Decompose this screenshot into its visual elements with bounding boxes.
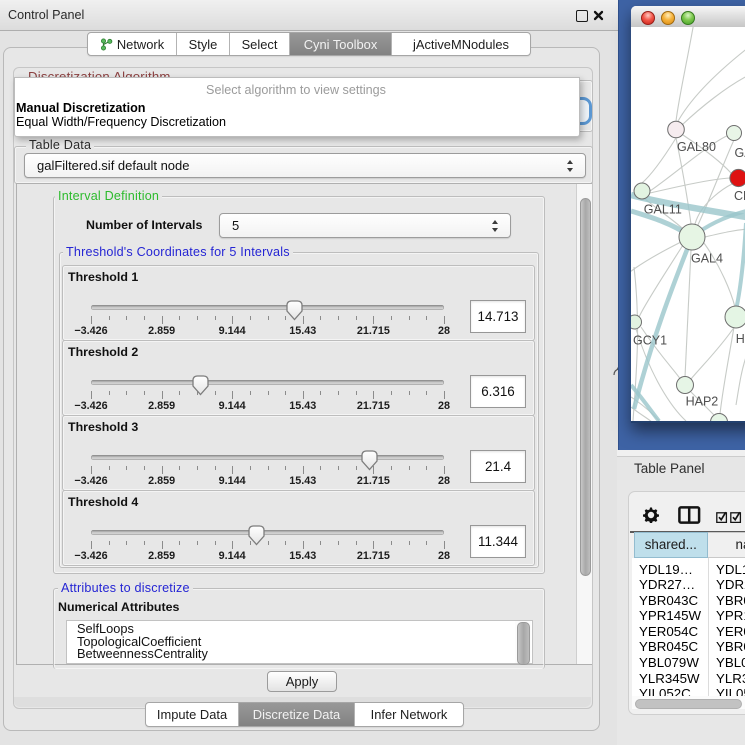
svg-text:GAL3: GAL3 — [734, 146, 745, 160]
svg-text:GCY1: GCY1 — [633, 334, 667, 348]
svg-text:GAL4: GAL4 — [691, 252, 723, 266]
svg-text:CRZ1: CRZ1 — [734, 189, 745, 203]
svg-text:HAP2: HAP2 — [685, 395, 718, 409]
svg-text:HIS4: HIS4 — [735, 332, 745, 346]
svg-text:GAL11: GAL11 — [643, 203, 681, 217]
svg-text:GAL80: GAL80 — [677, 140, 716, 154]
